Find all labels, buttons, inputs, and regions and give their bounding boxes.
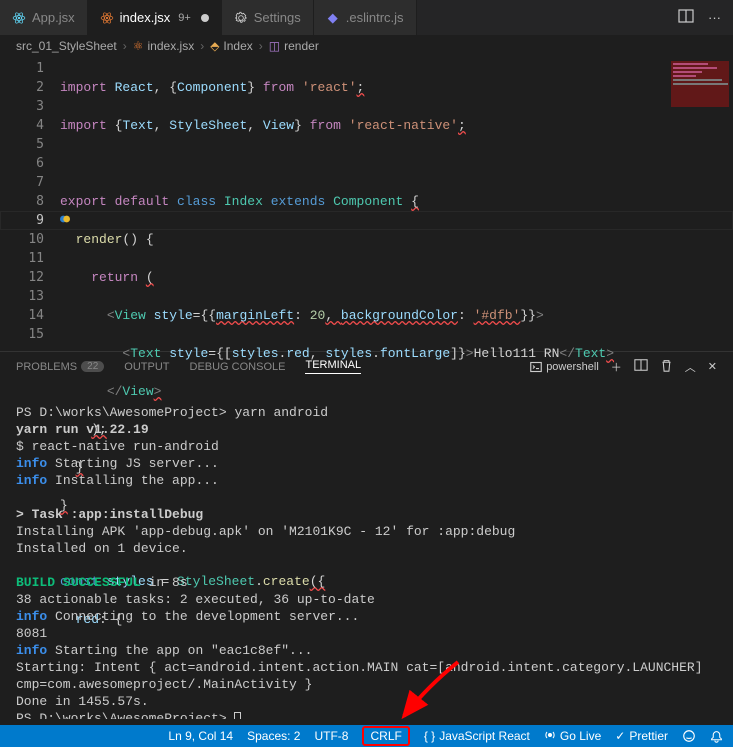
- braces-icon: { }: [424, 729, 435, 743]
- gear-icon: [234, 11, 248, 25]
- status-bar: Ln 9, Col 14 Spaces: 2 UTF-8 CRLF { }Jav…: [0, 725, 733, 747]
- method-icon: ◫: [269, 39, 280, 53]
- tab-label: .eslintrc.js: [346, 10, 404, 25]
- crumb-symbol[interactable]: ◫render: [269, 39, 319, 53]
- modified-dot-icon: [201, 14, 209, 22]
- tab-settings[interactable]: Settings: [222, 0, 314, 35]
- tab-label: index.jsx: [120, 10, 171, 25]
- tab-problem-badge: 9+: [178, 12, 191, 24]
- status-encoding[interactable]: UTF-8: [314, 729, 348, 743]
- more-actions-icon[interactable]: ···: [708, 10, 721, 25]
- status-eol[interactable]: CRLF: [362, 726, 409, 746]
- code-content[interactable]: import React, {Component} from 'react'; …: [60, 57, 733, 351]
- minimap[interactable]: [671, 61, 729, 107]
- react-icon: ⚛: [133, 39, 144, 53]
- status-indentation[interactable]: Spaces: 2: [247, 729, 300, 743]
- terminal-view[interactable]: PS D:\works\AwesomeProject> yarn android…: [0, 381, 733, 719]
- eslint-icon: ◆: [326, 11, 340, 25]
- editor-tab-bar: App.jsx index.jsx 9+ Settings ◆ .eslintr…: [0, 0, 733, 35]
- tab-index-jsx[interactable]: index.jsx 9+: [88, 0, 222, 35]
- chevron-right-icon: ›: [259, 39, 263, 53]
- status-go-live[interactable]: Go Live: [544, 729, 601, 744]
- chevron-right-icon: ›: [123, 39, 127, 53]
- status-feedback-icon[interactable]: [682, 729, 696, 743]
- crumb-folder[interactable]: src_01_StyleSheet: [16, 39, 117, 53]
- tab-label: App.jsx: [32, 10, 75, 25]
- terminal-cursor: [234, 712, 241, 719]
- status-notifications-icon[interactable]: [710, 730, 723, 743]
- tab-app-jsx[interactable]: App.jsx: [0, 0, 88, 35]
- breadcrumb[interactable]: src_01_StyleSheet › ⚛index.jsx › ⬘Index …: [0, 35, 733, 57]
- react-icon: [12, 11, 26, 25]
- chevron-right-icon: ›: [200, 39, 204, 53]
- check-icon: ✓: [615, 729, 625, 743]
- code-editor[interactable]: 123456789101112131415 import React, {Com…: [0, 57, 733, 351]
- tab-eslintrc[interactable]: ◆ .eslintrc.js: [314, 0, 417, 35]
- crumb-file[interactable]: ⚛index.jsx: [133, 39, 194, 53]
- status-line-column[interactable]: Ln 9, Col 14: [168, 729, 233, 743]
- class-icon: ⬘: [210, 39, 219, 53]
- split-editor-icon[interactable]: [678, 8, 694, 27]
- tab-label: Settings: [254, 10, 301, 25]
- broadcast-icon: [544, 729, 556, 744]
- status-language-mode[interactable]: { }JavaScript React: [424, 729, 530, 743]
- status-prettier[interactable]: ✓Prettier: [615, 729, 668, 743]
- react-icon: [100, 11, 114, 25]
- tab-bar-actions: ···: [666, 0, 733, 35]
- line-number-gutter: 123456789101112131415: [0, 57, 60, 351]
- crumb-symbol[interactable]: ⬘Index: [210, 39, 253, 53]
